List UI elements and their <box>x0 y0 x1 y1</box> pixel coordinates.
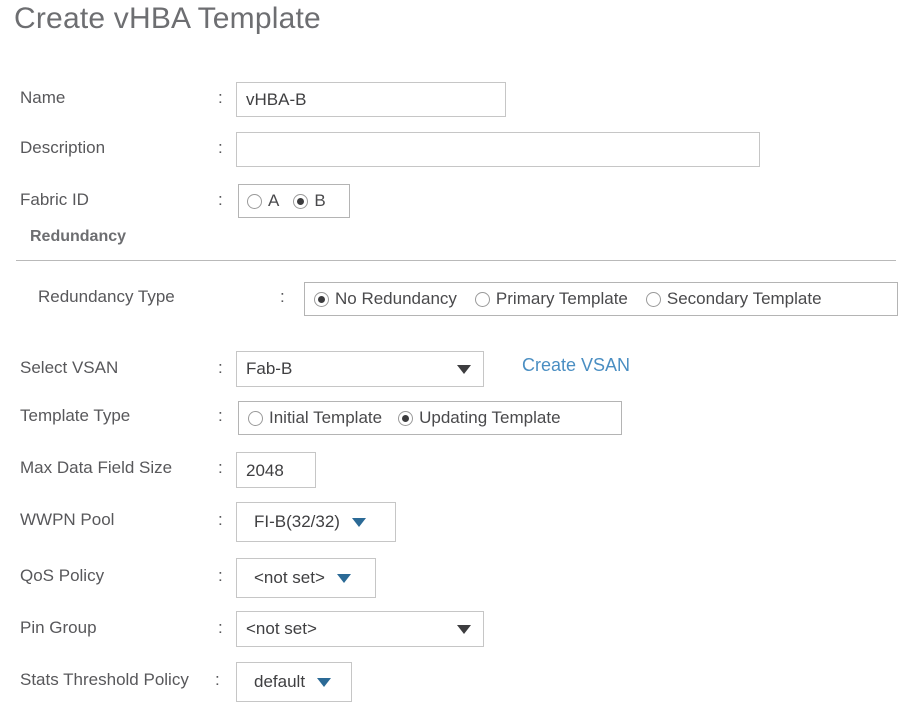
form-row-description: Description : <box>0 132 906 176</box>
max-data-field-size-colon: : <box>218 458 223 477</box>
pin-group-colon: : <box>218 618 223 637</box>
form-row-wwpn-pool: WWPN Pool : FI-B(32/32) <box>0 502 906 548</box>
template-type-radio-group: Initial Template Updating Template <box>238 401 622 435</box>
form-row-fabric-id: Fabric ID : A B <box>0 184 906 228</box>
template-type-option-initial-label: Initial Template <box>269 408 383 427</box>
select-vsan-label: Select VSAN <box>20 358 119 377</box>
name-label: Name <box>20 88 66 107</box>
radio-unselected-icon <box>474 291 490 307</box>
wwpn-pool-label: WWPN Pool <box>20 510 115 529</box>
radio-selected-icon <box>314 291 329 307</box>
fabric-id-colon: : <box>218 190 223 209</box>
page-title: Create vHBA Template <box>14 2 321 35</box>
create-vsan-link[interactable]: Create VSAN <box>522 355 630 376</box>
redundancy-type-option-secondary-template[interactable]: Secondary Template <box>645 289 822 309</box>
stats-threshold-policy-value: default <box>254 672 306 691</box>
stats-threshold-policy-colon: : <box>215 670 220 689</box>
redundancy-type-option-primary-template[interactable]: Primary Template <box>474 289 628 309</box>
form-row-select-vsan: Select VSAN : Fab-B <box>0 351 906 396</box>
pin-group-value: <not set> <box>246 619 317 638</box>
radio-unselected-icon <box>247 193 262 209</box>
select-vsan-value: Fab-B <box>246 359 293 378</box>
chevron-down-icon <box>351 517 366 527</box>
form-row-stats-threshold-policy: Stats Threshold Policy : default <box>0 662 906 708</box>
redundancy-type-option-no-redundancy-label: No Redundancy <box>335 289 457 308</box>
radio-unselected-icon <box>248 410 263 426</box>
fabric-id-option-b-label: B <box>314 191 326 210</box>
fabric-id-label: Fabric ID <box>20 190 89 209</box>
qos-policy-value: <not set> <box>254 568 325 587</box>
max-data-field-size-input[interactable]: 2048 <box>236 452 316 488</box>
description-label: Description <box>20 138 106 157</box>
qos-policy-label: QoS Policy <box>20 566 105 585</box>
section-redundancy-title: Redundancy <box>30 228 127 245</box>
form-row-max-data-field-size: Max Data Field Size : 2048 <box>0 452 906 496</box>
max-data-field-size-label: Max Data Field Size <box>20 458 173 477</box>
description-colon: : <box>218 138 223 157</box>
qos-policy-colon: : <box>218 566 223 585</box>
name-input-value: vHBA-B <box>246 90 307 109</box>
pin-group-label: Pin Group <box>20 618 97 637</box>
wwpn-pool-dropdown[interactable]: FI-B(32/32) <box>236 502 396 542</box>
wwpn-pool-value: FI-B(32/32) <box>254 512 340 531</box>
chevron-down-icon <box>317 677 332 687</box>
max-data-field-size-value: 2048 <box>246 460 284 480</box>
chevron-down-icon <box>457 365 471 374</box>
description-input[interactable] <box>236 132 760 167</box>
redundancy-type-option-primary-template-label: Primary Template <box>495 289 628 308</box>
form-row-pin-group: Pin Group : <not set> <box>0 611 906 656</box>
form-row-name: Name : vHBA-B <box>0 82 906 126</box>
select-vsan-colon: : <box>218 358 223 377</box>
template-type-colon: : <box>218 406 223 425</box>
chevron-down-icon <box>457 625 471 634</box>
template-type-option-updating-label: Updating Template <box>419 408 561 427</box>
select-vsan-dropdown[interactable]: Fab-B <box>236 351 484 387</box>
template-type-option-initial[interactable]: Initial Template <box>248 408 382 428</box>
fabric-id-option-a[interactable]: A <box>247 191 279 211</box>
fabric-id-radio-group: A B <box>238 184 350 218</box>
stats-threshold-policy-dropdown[interactable]: default <box>236 662 352 702</box>
redundancy-type-option-no-redundancy[interactable]: No Redundancy <box>314 289 457 309</box>
redundancy-type-label: Redundancy Type <box>38 287 175 306</box>
qos-policy-dropdown[interactable]: <not set> <box>236 558 376 598</box>
redundancy-type-colon: : <box>280 287 285 306</box>
section-divider <box>16 260 896 261</box>
radio-selected-icon <box>398 410 414 426</box>
stats-threshold-policy-label: Stats Threshold Policy <box>20 670 189 689</box>
redundancy-type-option-secondary-template-label: Secondary Template <box>666 289 822 308</box>
name-input[interactable]: vHBA-B <box>236 82 506 117</box>
name-colon: : <box>218 88 223 107</box>
pin-group-dropdown[interactable]: <not set> <box>236 611 484 647</box>
form-row-qos-policy: QoS Policy : <not set> <box>0 558 906 604</box>
fabric-id-option-a-label: A <box>268 191 280 210</box>
form-row-redundancy-type: Redundancy Type : No Redundancy Primary … <box>0 282 906 325</box>
chevron-down-icon <box>336 573 351 583</box>
template-type-label: Template Type <box>20 406 131 425</box>
radio-unselected-icon <box>645 291 661 307</box>
template-type-option-updating[interactable]: Updating Template <box>398 408 561 428</box>
wwpn-pool-colon: : <box>218 510 223 529</box>
radio-selected-icon <box>293 193 309 209</box>
fabric-id-option-b[interactable]: B <box>293 191 326 211</box>
redundancy-type-radio-group: No Redundancy Primary Template Secondary… <box>304 282 898 316</box>
form-row-template-type: Template Type : Initial Template Updatin… <box>0 401 906 444</box>
